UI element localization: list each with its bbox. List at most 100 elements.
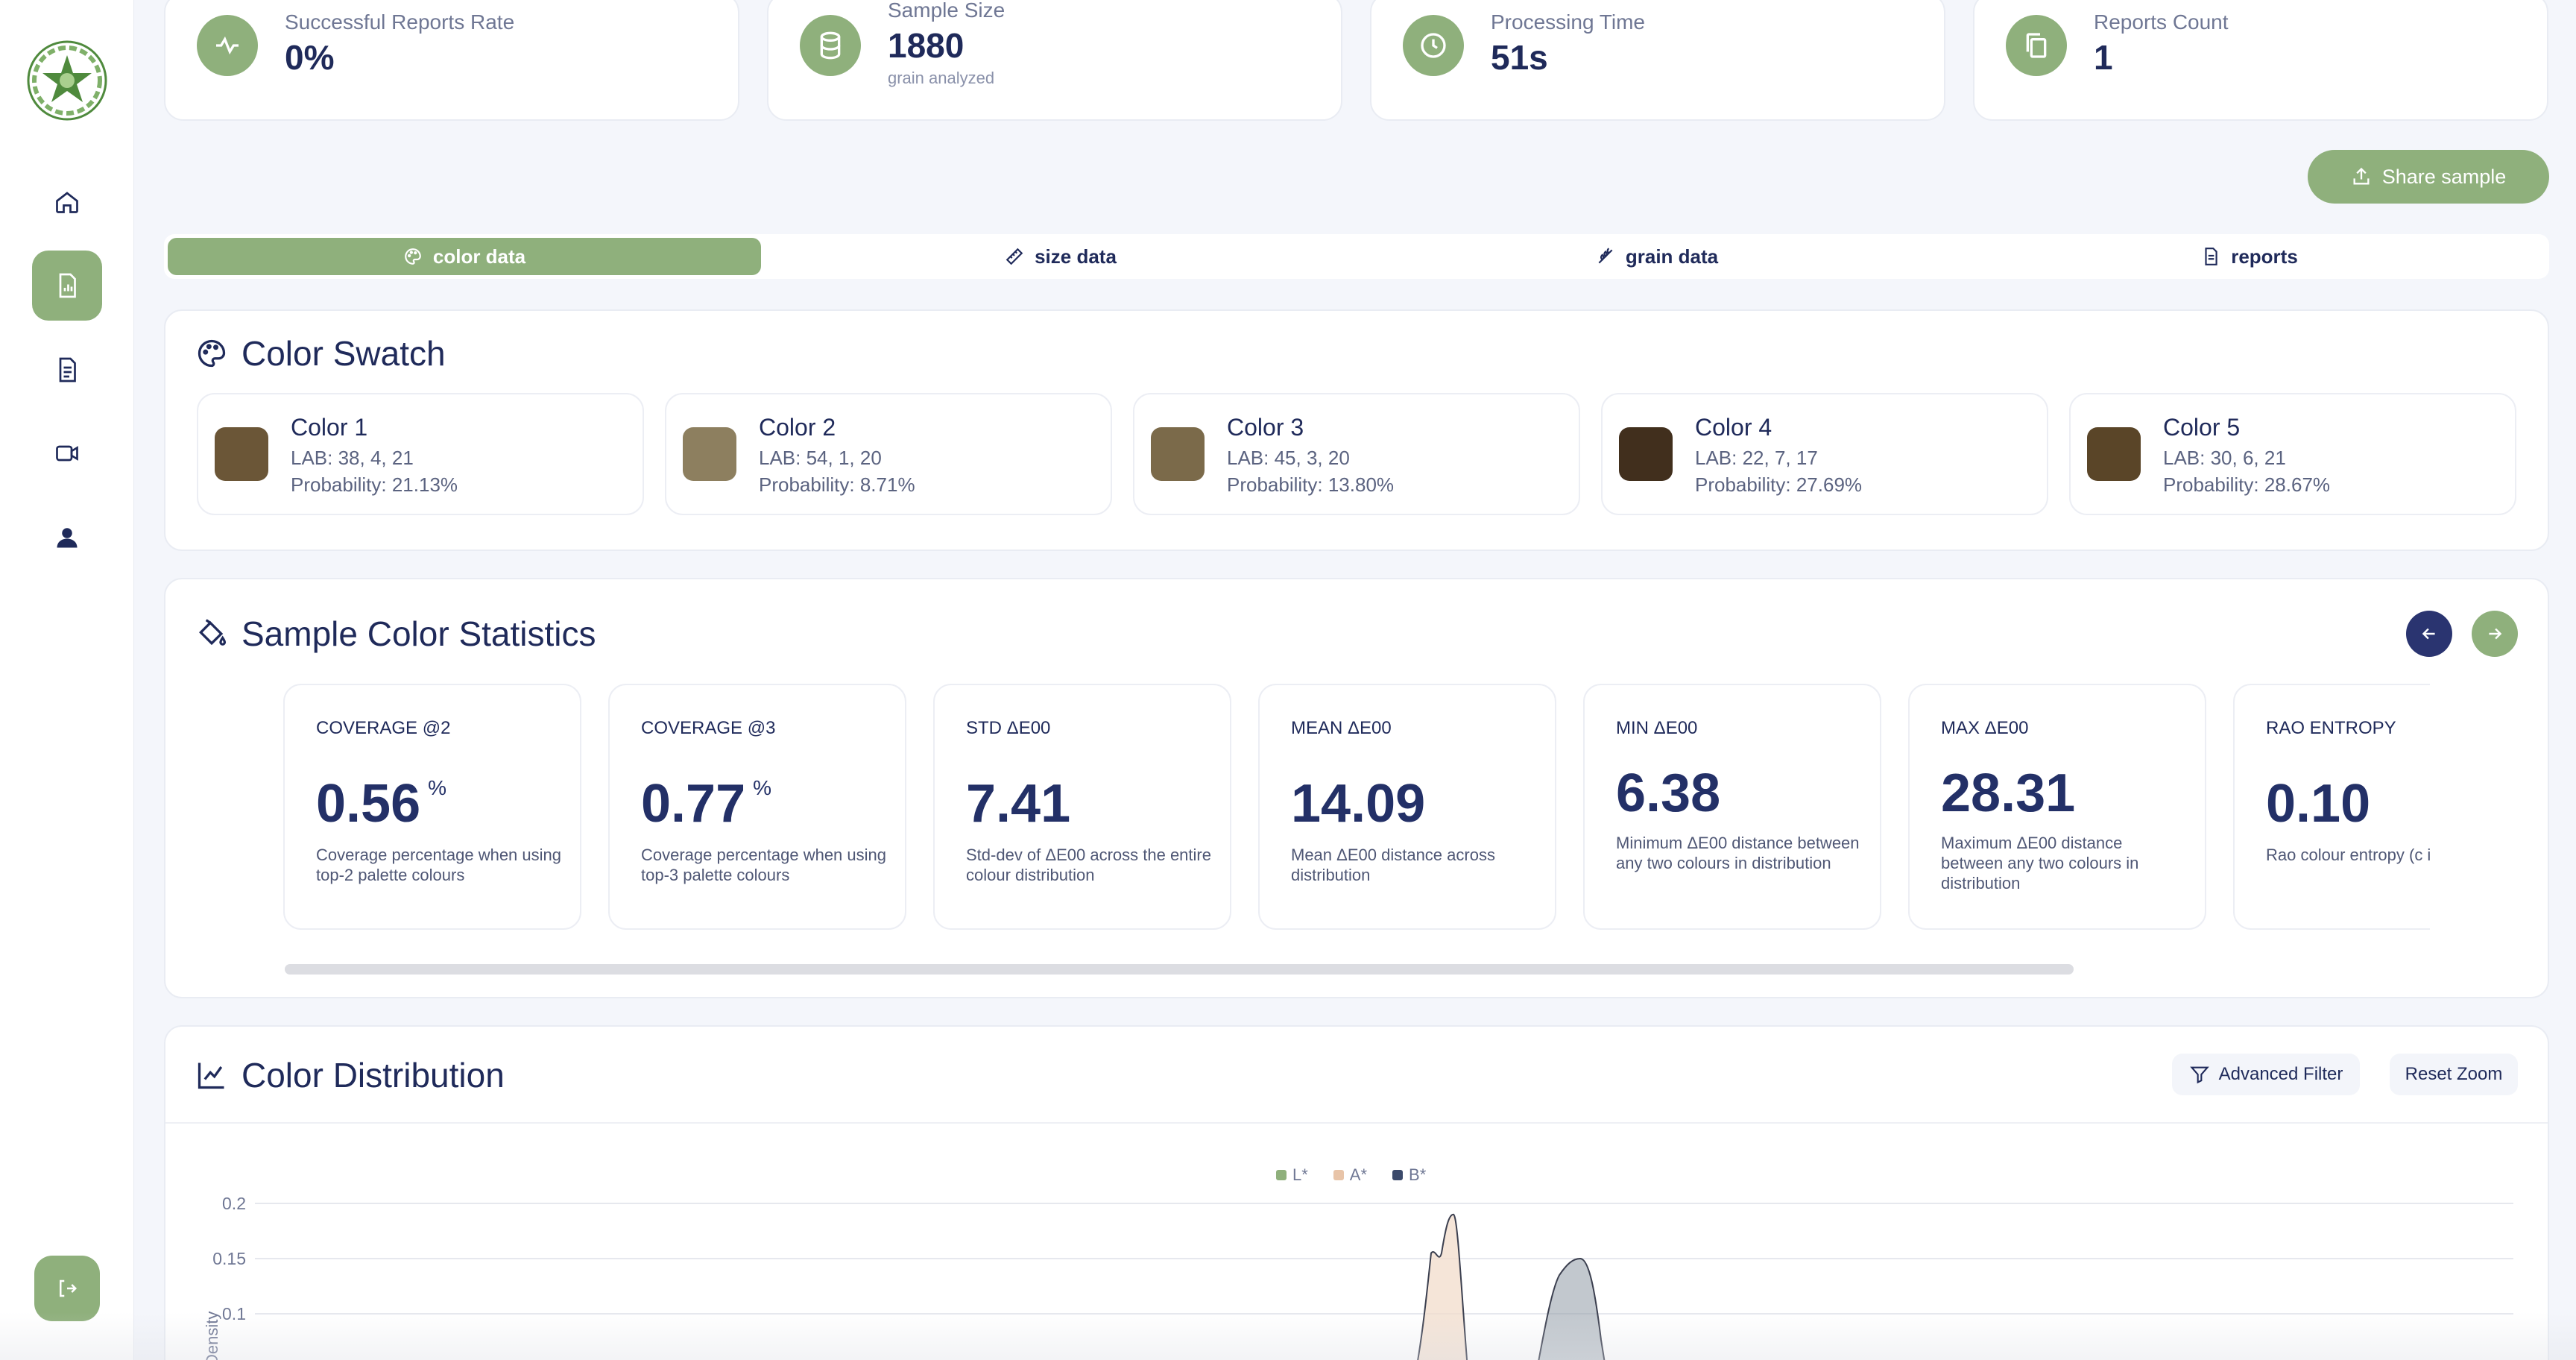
metric-description: Std-dev of ΔE00 across the entire colour… [966, 846, 1211, 884]
paint-bucket-icon [198, 619, 227, 646]
metric-name: Mean ΔE00 [1291, 718, 1392, 738]
carousel-scrollbar[interactable] [285, 964, 2074, 975]
metric-name: Max ΔE00 [1941, 718, 2029, 738]
activity-icon [197, 15, 258, 76]
metric-name: Rao Entropy [2266, 718, 2396, 738]
nav-home[interactable] [32, 167, 102, 237]
metric-value: 0.10 [2266, 774, 2371, 834]
sidebar [0, 0, 134, 1360]
metric-card: Mean ΔE00 14.09 Mean ΔE00 distance acros… [1258, 684, 1556, 930]
stat-value: 1 [2094, 38, 2113, 77]
stat-label: Sample Size [888, 0, 1006, 22]
palette-icon [198, 339, 226, 368]
file-text-icon [2205, 248, 2217, 265]
color-chip [1619, 427, 1673, 481]
series-b-area [1538, 1257, 1606, 1360]
tab-label: color data [432, 245, 526, 268]
stat-label: Processing Time [1491, 10, 1645, 34]
color-name: Color 5 [2163, 414, 2241, 441]
color-probability: Probability: 28.67% [2163, 473, 2331, 496]
color-statistics-panel: Sample Color Statistics Coverage @2 0.56… [164, 578, 2549, 998]
logout-icon [60, 1279, 78, 1297]
y-axis-label: Density [203, 1312, 221, 1360]
tab-reports[interactable]: reports [1953, 238, 2546, 275]
color-name: Color 2 [759, 414, 836, 441]
section-title: Color Swatch [242, 334, 446, 373]
stat-value: 51s [1491, 38, 1548, 77]
color-chip [2087, 427, 2141, 481]
color-distribution-panel: Color Distribution Advanced Filter Reset… [164, 1025, 2549, 1360]
home-icon [56, 192, 78, 213]
carousel-prev-button[interactable] [2406, 611, 2452, 657]
metric-card: STD ΔE00 7.41 Std-dev of ΔE00 across the… [933, 684, 1231, 930]
tab-grain-data[interactable]: grain data [1360, 238, 1954, 275]
nav-profile[interactable] [32, 503, 102, 573]
metric-value: 28.31 [1941, 764, 2076, 823]
copy-icon [2006, 15, 2067, 76]
arrow-left-icon [2422, 628, 2435, 640]
metric-description: Maximum ΔE00 distance between any two co… [1941, 834, 2139, 892]
arrow-right-icon [2489, 628, 2502, 640]
metric-value: 14.09 [1291, 774, 1426, 834]
tab-color-data[interactable]: color data [168, 238, 761, 275]
color-swatch-title: Color Swatch [195, 333, 446, 374]
stat-card-success-rate: Successful Reports Rate 0% [164, 0, 739, 121]
color-chip [215, 427, 268, 481]
metric-value: 6.38 [1616, 764, 1721, 823]
tab-label: size data [1035, 245, 1117, 268]
stat-label: Successful Reports Rate [285, 10, 515, 34]
stat-value: 1880 [888, 26, 965, 65]
color-swatch-panel: Color Swatch Color 1 LAB: 38, 4, 21 Prob… [164, 309, 2549, 551]
color-probability: Probability: 8.71% [759, 473, 915, 496]
nav-report[interactable] [32, 251, 102, 321]
clock-icon [1403, 15, 1464, 76]
data-tabs: color data size data grain data reports [164, 234, 2549, 279]
document-icon [59, 357, 76, 382]
color-swatch-card[interactable]: Color 2 LAB: 54, 1, 20 Probability: 8.71… [665, 393, 1112, 515]
distribution-chart[interactable]: 0.2 0.15 0.1Density [165, 1027, 2551, 1360]
color-lab: LAB: 45, 3, 20 [1227, 447, 1350, 469]
color-name: Color 1 [291, 414, 368, 441]
color-name: Color 4 [1695, 414, 1772, 441]
color-lab: LAB: 30, 6, 21 [2163, 447, 2286, 469]
metric-card: Rao Entropy 0.10 Rao colour entropy (c i… [2233, 684, 2430, 930]
color-lab: LAB: 38, 4, 21 [291, 447, 414, 469]
nav-documents[interactable] [32, 335, 102, 405]
color-swatch-card[interactable]: Color 5 LAB: 30, 6, 21 Probability: 28.6… [2069, 393, 2516, 515]
stat-card-reports-count: Reports Count 1 [1973, 0, 2548, 121]
metric-description: Rao colour entropy (c index) [2266, 846, 2430, 864]
carousel-next-button[interactable] [2472, 611, 2518, 657]
color-swatch-card[interactable]: Color 4 LAB: 22, 7, 17 Probability: 27.6… [1601, 393, 2048, 515]
metric-value: 0.56% [316, 773, 446, 834]
tab-size-data[interactable]: size data [764, 238, 1357, 275]
metrics-carousel[interactable]: Coverage @2 0.56% Coverage percentage wh… [283, 684, 2430, 930]
metric-number: 0.56 [316, 774, 421, 834]
section-title: Sample Color Statistics [242, 614, 596, 653]
metric-name: Coverage @3 [641, 718, 776, 738]
metric-unit: % [428, 776, 447, 799]
metric-value: 7.41 [966, 774, 1071, 834]
color-chip [683, 427, 736, 481]
color-statistics-title: Sample Color Statistics [195, 614, 596, 654]
stat-card-processing-time: Processing Time 51s [1370, 0, 1945, 121]
color-swatch-card[interactable]: Color 1 LAB: 38, 4, 21 Probability: 21.1… [197, 393, 644, 515]
color-probability: Probability: 13.80% [1227, 473, 1395, 496]
metric-name: STD ΔE00 [966, 718, 1051, 738]
metric-card: Coverage @2 0.56% Coverage percentage wh… [283, 684, 581, 930]
stat-sub: grain analyzed [888, 69, 995, 87]
metric-description: Coverage percentage when using top-2 pal… [316, 846, 562, 884]
metric-number: 0.77 [641, 774, 746, 834]
color-probability: Probability: 21.13% [291, 473, 458, 496]
palette-icon [405, 248, 421, 265]
share-sample-button[interactable]: Share sample [2308, 150, 2549, 204]
logout-button[interactable] [34, 1256, 100, 1321]
nav-video[interactable] [32, 418, 102, 488]
color-probability: Probability: 27.69% [1695, 473, 1863, 496]
color-lab: LAB: 54, 1, 20 [759, 447, 882, 469]
database-icon [800, 15, 861, 76]
metric-description: Coverage percentage when using top-3 pal… [641, 846, 887, 884]
ruler-icon [1006, 248, 1023, 265]
color-swatch-card[interactable]: Color 3 LAB: 45, 3, 20 Probability: 13.8… [1133, 393, 1580, 515]
metric-name: Min ΔE00 [1616, 718, 1698, 738]
logo[interactable] [27, 40, 107, 121]
